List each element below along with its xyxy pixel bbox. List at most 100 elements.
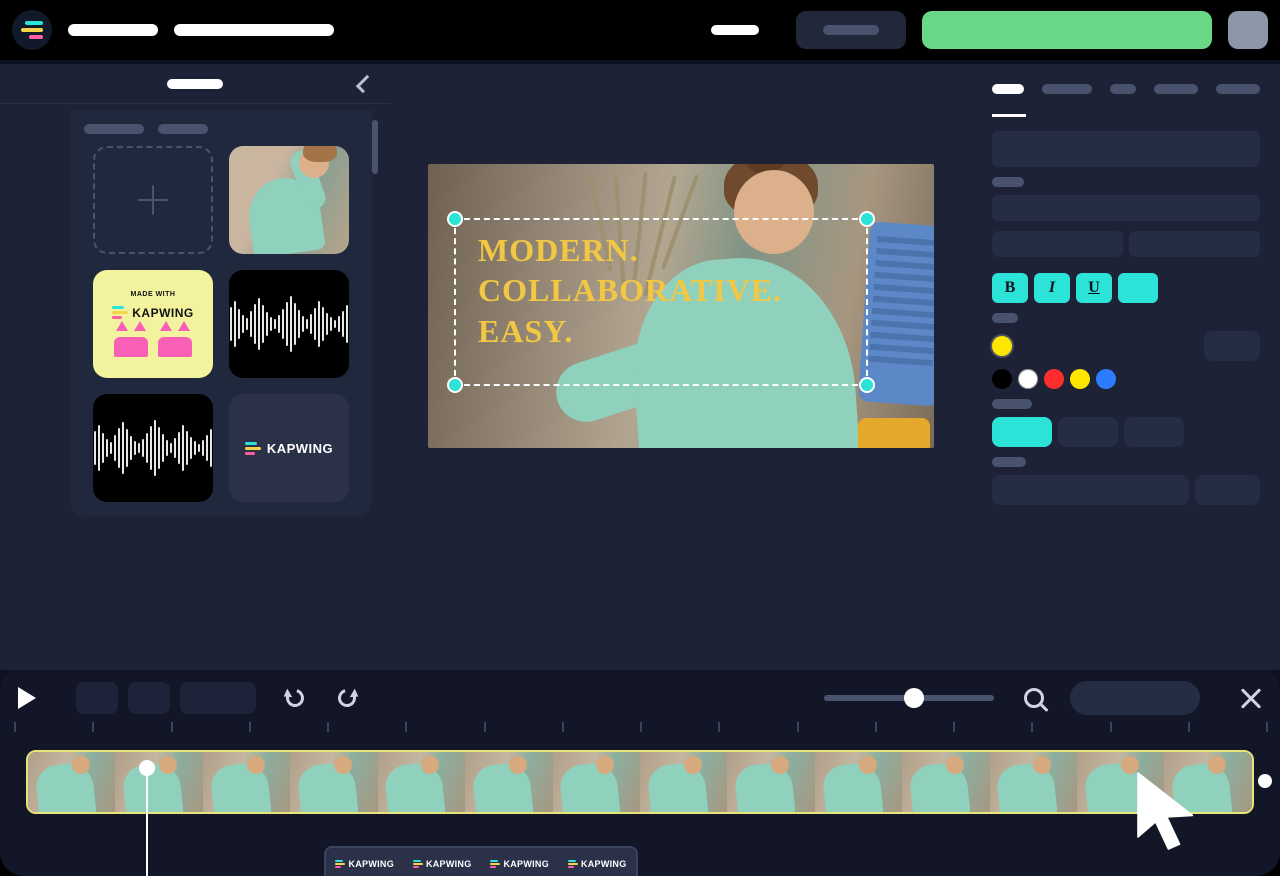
media-tile-watermark[interactable]: MADE WITH KAPWING <box>93 270 213 378</box>
add-media-tile[interactable] <box>93 146 213 254</box>
timeline-control-1[interactable] <box>76 682 118 714</box>
align-option-active[interactable] <box>992 417 1052 447</box>
prop-input-1[interactable] <box>992 195 1260 221</box>
timeline-frame <box>465 752 552 812</box>
zoom-slider-thumb[interactable] <box>904 688 924 708</box>
prop-bottom-a[interactable] <box>992 475 1189 505</box>
prop-bottom-b[interactable] <box>1195 475 1261 505</box>
color-swatch[interactable] <box>1044 369 1064 389</box>
timeline-panel: KAPWING KAPWING KAPWING KAPWING <box>0 670 1280 876</box>
prop-label-align <box>992 399 1032 409</box>
cursor-icon <box>1130 768 1210 858</box>
text-format-row: B I U <box>992 273 1260 303</box>
prop-input-2a[interactable] <box>992 231 1123 257</box>
collapse-left-panel-icon[interactable] <box>356 75 374 93</box>
track-brand-1: KAPWING <box>348 859 394 869</box>
media-subtab-1[interactable] <box>84 124 144 134</box>
track-brand-4: KAPWING <box>581 859 627 869</box>
header-breadcrumb-1[interactable] <box>68 24 158 36</box>
track-brand-3: KAPWING <box>503 859 549 869</box>
color-swatch-selected[interactable] <box>992 336 1012 356</box>
timeline-controls <box>0 678 1280 718</box>
plus-icon <box>138 185 168 215</box>
tab-underline <box>992 114 1026 117</box>
media-subtab-2[interactable] <box>158 124 208 134</box>
zoom-slider[interactable] <box>824 695 994 701</box>
track-brand-2: KAPWING <box>426 859 472 869</box>
timeline-frame <box>727 752 814 812</box>
timeline-control-3[interactable] <box>180 682 256 714</box>
timeline-frame <box>902 752 989 812</box>
media-tile-audio-2[interactable] <box>93 394 213 502</box>
prop-input-2b[interactable] <box>1129 231 1260 257</box>
playhead[interactable] <box>146 762 148 876</box>
media-tile-audio-1[interactable] <box>229 270 349 378</box>
properties-tab-1[interactable] <box>992 84 1024 94</box>
resize-handle-br[interactable] <box>859 377 875 393</box>
media-panel-tabs <box>0 64 390 104</box>
media-panel: MADE WITH KAPWING <box>0 64 390 670</box>
close-timeline-icon[interactable] <box>1240 687 1262 709</box>
properties-tab-4[interactable] <box>1216 84 1260 94</box>
color-swatch[interactable] <box>1096 369 1116 389</box>
header-avatar[interactable] <box>1228 11 1268 49</box>
align-option-3[interactable] <box>1124 417 1184 447</box>
header-primary-cta[interactable] <box>922 11 1212 49</box>
media-tile-logo[interactable]: KAPWING <box>229 394 349 502</box>
app-header <box>0 0 1280 60</box>
bold-button[interactable]: B <box>992 273 1028 303</box>
media-tile-video[interactable] <box>229 146 349 254</box>
timeline-frame <box>553 752 640 812</box>
prop-row-1[interactable] <box>992 131 1260 167</box>
timeline-control-2[interactable] <box>128 682 170 714</box>
timeline-frame <box>990 752 1077 812</box>
canvas-area: MODERN. COLLABORATIVE. EASY. <box>390 64 972 670</box>
properties-tab-2[interactable] <box>1042 84 1092 94</box>
header-breadcrumb-2[interactable] <box>174 24 334 36</box>
timeline-ruler[interactable] <box>14 722 1266 744</box>
prop-label-color <box>992 313 1018 323</box>
redo-icon[interactable] <box>335 686 360 711</box>
video-canvas[interactable]: MODERN. COLLABORATIVE. EASY. <box>428 164 934 448</box>
timeline-frame <box>28 752 115 812</box>
color-swatch-row <box>992 369 1260 389</box>
timeline-frame <box>815 752 902 812</box>
media-subtabs <box>84 124 358 134</box>
undo-icon[interactable] <box>283 686 308 711</box>
timeline-search-input[interactable] <box>1070 681 1200 715</box>
media-panel-scrollbar[interactable] <box>372 120 378 174</box>
color-swatch[interactable] <box>1018 369 1038 389</box>
resize-handle-bl[interactable] <box>447 377 463 393</box>
play-button[interactable] <box>18 687 36 709</box>
timeline-video-clip[interactable] <box>26 750 1254 814</box>
color-swatch[interactable] <box>1070 369 1090 389</box>
timeline-frame <box>290 752 377 812</box>
properties-tabs <box>992 84 1260 94</box>
format-extra-button[interactable] <box>1118 273 1158 303</box>
brand-name: KAPWING <box>132 306 194 320</box>
search-icon[interactable] <box>1024 688 1044 708</box>
brand-logo-bars <box>21 21 43 39</box>
madewith-label: MADE WITH <box>131 291 176 298</box>
underline-button[interactable]: U <box>1076 273 1112 303</box>
timeline-logo-track[interactable]: KAPWING KAPWING KAPWING KAPWING <box>324 846 638 876</box>
italic-button[interactable]: I <box>1034 273 1070 303</box>
prop-label-1 <box>992 177 1024 187</box>
resize-handle-tl[interactable] <box>447 211 463 227</box>
media-tab-active[interactable] <box>167 79 223 89</box>
header-action-1[interactable] <box>690 11 780 49</box>
timeline-frame <box>378 752 465 812</box>
timeline-frame <box>203 752 290 812</box>
align-option-2[interactable] <box>1058 417 1118 447</box>
brand-name-dark: KAPWING <box>267 441 333 456</box>
brand-logo[interactable] <box>12 10 52 50</box>
properties-tab-3[interactable] <box>1154 84 1198 94</box>
selection-bounding-box[interactable] <box>454 218 868 386</box>
resize-handle-tr[interactable] <box>859 211 875 227</box>
timeline-frame <box>640 752 727 812</box>
timeline-frame <box>115 752 202 812</box>
header-action-2[interactable] <box>796 11 906 49</box>
prop-label-bottom <box>992 457 1026 467</box>
color-input[interactable] <box>1204 331 1260 361</box>
color-swatch[interactable] <box>992 369 1012 389</box>
